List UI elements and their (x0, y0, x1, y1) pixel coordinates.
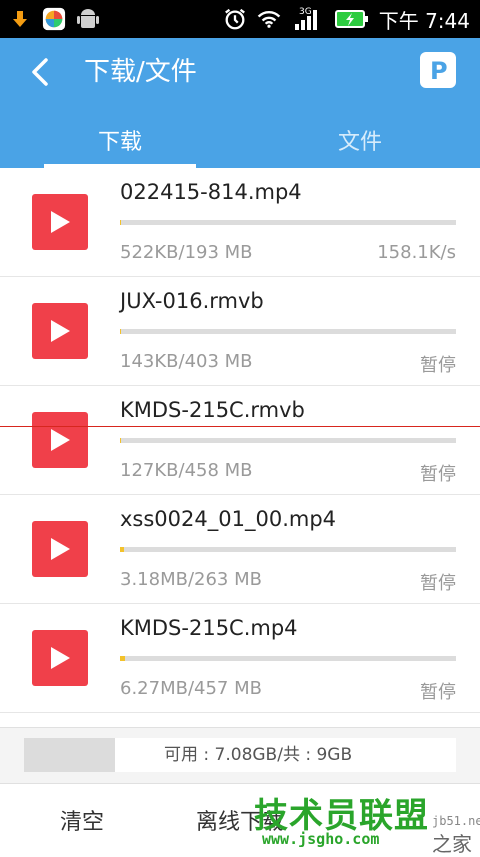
storage-indicator: 可用 : 7.08GB/共 : 9GB (0, 727, 480, 784)
progress-bar (120, 438, 456, 443)
play-button[interactable] (32, 521, 88, 577)
back-button[interactable] (24, 52, 60, 92)
alarm-icon (223, 7, 247, 31)
red-line-artifact (0, 426, 480, 427)
progress-bar (120, 547, 456, 552)
file-size: 522KB/193 MB (120, 242, 253, 263)
clock: 下午 7:44 (379, 5, 470, 34)
file-size: 127KB/458 MB (120, 460, 253, 481)
tab-downloads[interactable]: 下载 (0, 112, 240, 168)
download-item[interactable]: xss0024_01_00.mp4 3.18MB/263 MB 暂停 (0, 495, 480, 604)
download-status: 158.1K/s (377, 242, 456, 263)
play-icon (48, 645, 72, 671)
progress-bar (120, 329, 456, 334)
app-bar: 下载/文件 P 下载 文件 (0, 38, 480, 168)
battery-charging-icon (335, 7, 369, 31)
signal-icon: 3G (291, 7, 325, 31)
storage-used-fill (24, 738, 115, 772)
watermark: 技术员联盟 www.jsgho.com jb51.net 之家 (254, 788, 480, 854)
play-button[interactable] (32, 412, 88, 468)
watermark-url: www.jsgho.com (262, 830, 379, 848)
file-name: xss0024_01_00.mp4 (120, 507, 336, 531)
progress-fill (120, 656, 125, 661)
play-icon (48, 209, 72, 235)
file-name: KMDS-215C.rmvb (120, 398, 305, 422)
p-app-button[interactable]: P (420, 52, 456, 88)
file-name: KMDS-215C.mp4 (120, 616, 298, 640)
tab-files[interactable]: 文件 (240, 112, 480, 168)
tab-files-label: 文件 (338, 124, 382, 156)
play-button[interactable] (32, 630, 88, 686)
download-item[interactable]: 022415-814.mp4 522KB/193 MB 158.1K/s (0, 168, 480, 277)
download-item[interactable]: JUX-016.rmvb 143KB/403 MB 暂停 (0, 277, 480, 386)
android-icon (76, 7, 100, 31)
file-name: 022415-814.mp4 (120, 180, 302, 204)
storage-text: 可用 : 7.08GB/共 : 9GB (164, 738, 352, 772)
download-item[interactable]: KMDS-215C.rmvb 127KB/458 MB 暂停 (0, 386, 480, 495)
progress-bar (120, 220, 456, 225)
download-status: 暂停 (420, 678, 456, 704)
p-logo-icon: P (424, 56, 452, 84)
download-status: 暂停 (420, 569, 456, 595)
network-label: 3G (299, 7, 312, 17)
download-arrow-icon (8, 7, 32, 31)
storage-bar: 可用 : 7.08GB/共 : 9GB (24, 738, 456, 772)
download-list: 022415-814.mp4 522KB/193 MB 158.1K/s JUX… (0, 168, 480, 713)
app-store-icon (42, 7, 66, 31)
watermark-small: jb51.net (432, 814, 480, 828)
download-status: 暂停 (420, 351, 456, 377)
play-button[interactable] (32, 303, 88, 359)
chevron-left-icon (24, 52, 60, 92)
watermark-home: 之家 (432, 828, 472, 857)
download-status: 暂停 (420, 460, 456, 486)
play-icon (48, 536, 72, 562)
wifi-icon (257, 7, 281, 31)
tab-downloads-label: 下载 (98, 124, 142, 156)
file-name: JUX-016.rmvb (120, 289, 264, 313)
play-button[interactable] (32, 194, 88, 250)
progress-fill (120, 220, 121, 225)
play-icon (48, 427, 72, 453)
status-bar: 3G 下午 7:44 (0, 0, 480, 38)
file-size: 143KB/403 MB (120, 351, 253, 372)
play-icon (48, 318, 72, 344)
file-size: 3.18MB/263 MB (120, 569, 262, 590)
file-size: 6.27MB/457 MB (120, 678, 262, 699)
svg-text:P: P (430, 57, 448, 84)
clear-button[interactable]: 清空 (60, 804, 104, 836)
progress-bar (120, 656, 456, 661)
download-item[interactable]: KMDS-215C.mp4 6.27MB/457 MB 暂停 (0, 604, 480, 713)
progress-fill (120, 547, 124, 552)
page-title: 下载/文件 (84, 52, 197, 92)
tab-bar: 下载 文件 (0, 112, 480, 168)
